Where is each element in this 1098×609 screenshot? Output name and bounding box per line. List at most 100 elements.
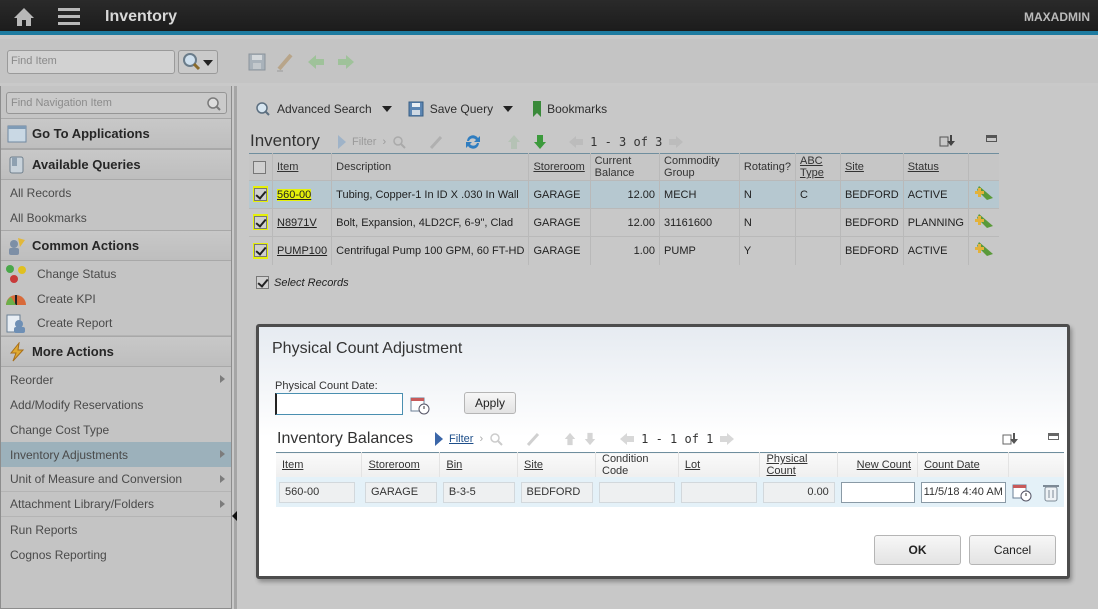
next-row-icon[interactable] bbox=[532, 134, 548, 150]
filter-button[interactable]: Filter bbox=[352, 136, 376, 148]
add-to-bookmarks-icon[interactable] bbox=[973, 212, 995, 230]
action-cognos-reporting[interactable]: Cognos Reporting bbox=[1, 542, 231, 567]
delete-row-icon[interactable] bbox=[1041, 482, 1061, 502]
query-bar: Advanced Search Save Query Bookmarks bbox=[255, 101, 607, 117]
find-navigation-item-input[interactable]: Find Navigation Item bbox=[6, 92, 227, 114]
filter-expand-icon[interactable] bbox=[338, 135, 346, 149]
next-record-icon[interactable] bbox=[336, 52, 356, 72]
query-all-bookmarks[interactable]: All Bookmarks bbox=[1, 205, 231, 230]
select-records-toggle[interactable]: Select Records bbox=[256, 276, 349, 289]
action-change-cost-type[interactable]: Change Cost Type bbox=[1, 417, 231, 442]
col-status[interactable]: Status bbox=[903, 153, 969, 181]
cancel-button[interactable]: Cancel bbox=[969, 535, 1056, 565]
item-link[interactable]: 560-00 bbox=[277, 188, 312, 201]
new-count-input[interactable] bbox=[840, 481, 915, 503]
download-icon[interactable] bbox=[1002, 432, 1018, 446]
table-row[interactable]: N8971V Bolt, Expansion, 4LD2CF, 6-9", Cl… bbox=[249, 208, 999, 237]
count-date-input[interactable]: 11/5/18 4:40 AM bbox=[920, 481, 1006, 503]
clear-filter-icon[interactable] bbox=[428, 135, 444, 149]
filter-search-icon[interactable] bbox=[489, 432, 503, 446]
clear-filter-icon[interactable] bbox=[525, 432, 541, 446]
col-storeroom[interactable]: Storeroom bbox=[528, 153, 591, 181]
next-page-icon[interactable] bbox=[668, 135, 684, 149]
select-records-checkbox[interactable] bbox=[256, 276, 269, 289]
clear-icon[interactable] bbox=[275, 52, 295, 72]
previous-row-icon[interactable] bbox=[506, 134, 522, 150]
col-storeroom[interactable]: Storeroom bbox=[361, 452, 441, 477]
table-row[interactable]: 560-00 Tubing, Copper-1 In ID X .030 In … bbox=[249, 180, 999, 209]
action-reorder[interactable]: Reorder bbox=[1, 367, 231, 392]
go-to-applications-label: Go To Applications bbox=[32, 126, 150, 141]
search-icon[interactable] bbox=[206, 96, 222, 112]
col-lot[interactable]: Lot bbox=[678, 452, 761, 477]
next-page-icon[interactable] bbox=[719, 432, 735, 446]
action-attachment-library[interactable]: Attachment Library/Folders bbox=[1, 492, 231, 517]
col-bin[interactable]: Bin bbox=[439, 452, 519, 477]
refresh-icon[interactable] bbox=[464, 133, 482, 151]
cell-abc-type bbox=[795, 236, 841, 265]
add-to-bookmarks-icon[interactable] bbox=[973, 184, 995, 202]
save-query-dropdown-icon[interactable] bbox=[503, 106, 514, 112]
advanced-search-button[interactable]: Advanced Search bbox=[277, 102, 372, 116]
find-search-button[interactable] bbox=[178, 50, 218, 74]
balances-filter-button[interactable]: Filter bbox=[449, 433, 473, 445]
find-item-input[interactable]: Find Item bbox=[7, 50, 175, 74]
physical-count-date-input[interactable] bbox=[275, 393, 403, 415]
col-count-date[interactable]: Count Date bbox=[917, 452, 1010, 477]
filter-expand-icon[interactable] bbox=[435, 432, 443, 446]
select-all-checkbox[interactable] bbox=[253, 160, 266, 174]
action-unit-of-measure[interactable]: Unit of Measure and Conversion bbox=[1, 467, 231, 492]
previous-row-icon[interactable] bbox=[563, 432, 577, 446]
action-run-reports[interactable]: Run Reports bbox=[1, 517, 231, 542]
action-create-report[interactable]: Create Report bbox=[1, 311, 231, 336]
ok-button[interactable]: OK bbox=[874, 535, 961, 565]
date-picker-icon[interactable] bbox=[1012, 482, 1032, 502]
table-row[interactable]: PUMP100 Centrifugal Pump 100 GPM, 60 FT-… bbox=[249, 236, 999, 265]
go-to-applications[interactable]: Go To Applications bbox=[1, 118, 231, 149]
query-all-records[interactable]: All Records bbox=[1, 180, 231, 205]
user-name[interactable]: MAXADMIN bbox=[1024, 10, 1090, 24]
save-query-button[interactable]: Save Query bbox=[430, 102, 493, 116]
cell-status: PLANNING bbox=[903, 208, 969, 237]
action-inventory-adjustments[interactable]: Inventory Adjustments bbox=[1, 442, 231, 467]
filter-search-icon[interactable] bbox=[392, 135, 406, 149]
advanced-search-dropdown-icon[interactable] bbox=[381, 106, 392, 112]
row-checkbox[interactable] bbox=[254, 244, 267, 258]
download-icon[interactable] bbox=[939, 134, 955, 148]
bookmarks-button[interactable]: Bookmarks bbox=[547, 102, 607, 116]
col-item[interactable]: Item bbox=[272, 153, 333, 181]
col-item[interactable]: Item bbox=[276, 452, 363, 477]
item-link[interactable]: N8971V bbox=[277, 217, 317, 229]
minimize-grid-icon[interactable] bbox=[986, 135, 997, 142]
col-new-count[interactable]: New Count bbox=[837, 452, 919, 477]
save-icon[interactable] bbox=[247, 52, 267, 72]
navigation-sidebar: Find Navigation Item Go To Applications … bbox=[0, 86, 232, 609]
previous-record-icon[interactable] bbox=[306, 52, 326, 72]
cell-description: Tubing, Copper-1 In ID X .030 In Wall bbox=[331, 180, 530, 209]
apply-button[interactable]: Apply bbox=[464, 392, 516, 414]
col-physical-count[interactable]: Physical Count bbox=[759, 452, 839, 477]
col-site[interactable]: Site bbox=[517, 452, 596, 477]
menu-icon[interactable] bbox=[58, 8, 80, 26]
item-link[interactable]: PUMP100 bbox=[277, 245, 327, 257]
minimize-grid-icon[interactable] bbox=[1048, 433, 1059, 440]
add-to-bookmarks-icon[interactable] bbox=[973, 240, 995, 258]
next-row-icon[interactable] bbox=[583, 432, 597, 446]
nav-search-placeholder: Find Navigation Item bbox=[11, 97, 112, 109]
row-checkbox[interactable] bbox=[254, 216, 267, 229]
common-actions-icon bbox=[9, 237, 25, 255]
action-add-modify-reservations[interactable]: Add/Modify Reservations bbox=[1, 392, 231, 417]
col-site[interactable]: Site bbox=[840, 153, 904, 181]
col-abc-type[interactable]: ABC Type bbox=[795, 153, 841, 181]
sidebar-splitter[interactable] bbox=[232, 86, 237, 609]
cell-abc-type bbox=[795, 208, 841, 237]
previous-page-icon[interactable] bbox=[568, 135, 584, 149]
home-icon[interactable] bbox=[12, 6, 36, 28]
table-row[interactable]: 560-00 GARAGE B-3-5 BEDFORD 0.00 11/5/18… bbox=[276, 477, 1064, 507]
collapse-sidebar-icon[interactable] bbox=[232, 511, 237, 521]
action-create-kpi[interactable]: Create KPI bbox=[1, 286, 231, 311]
row-checkbox[interactable] bbox=[254, 188, 267, 201]
action-change-status[interactable]: Change Status bbox=[1, 261, 231, 286]
date-picker-icon[interactable] bbox=[410, 395, 430, 415]
previous-page-icon[interactable] bbox=[619, 432, 635, 446]
